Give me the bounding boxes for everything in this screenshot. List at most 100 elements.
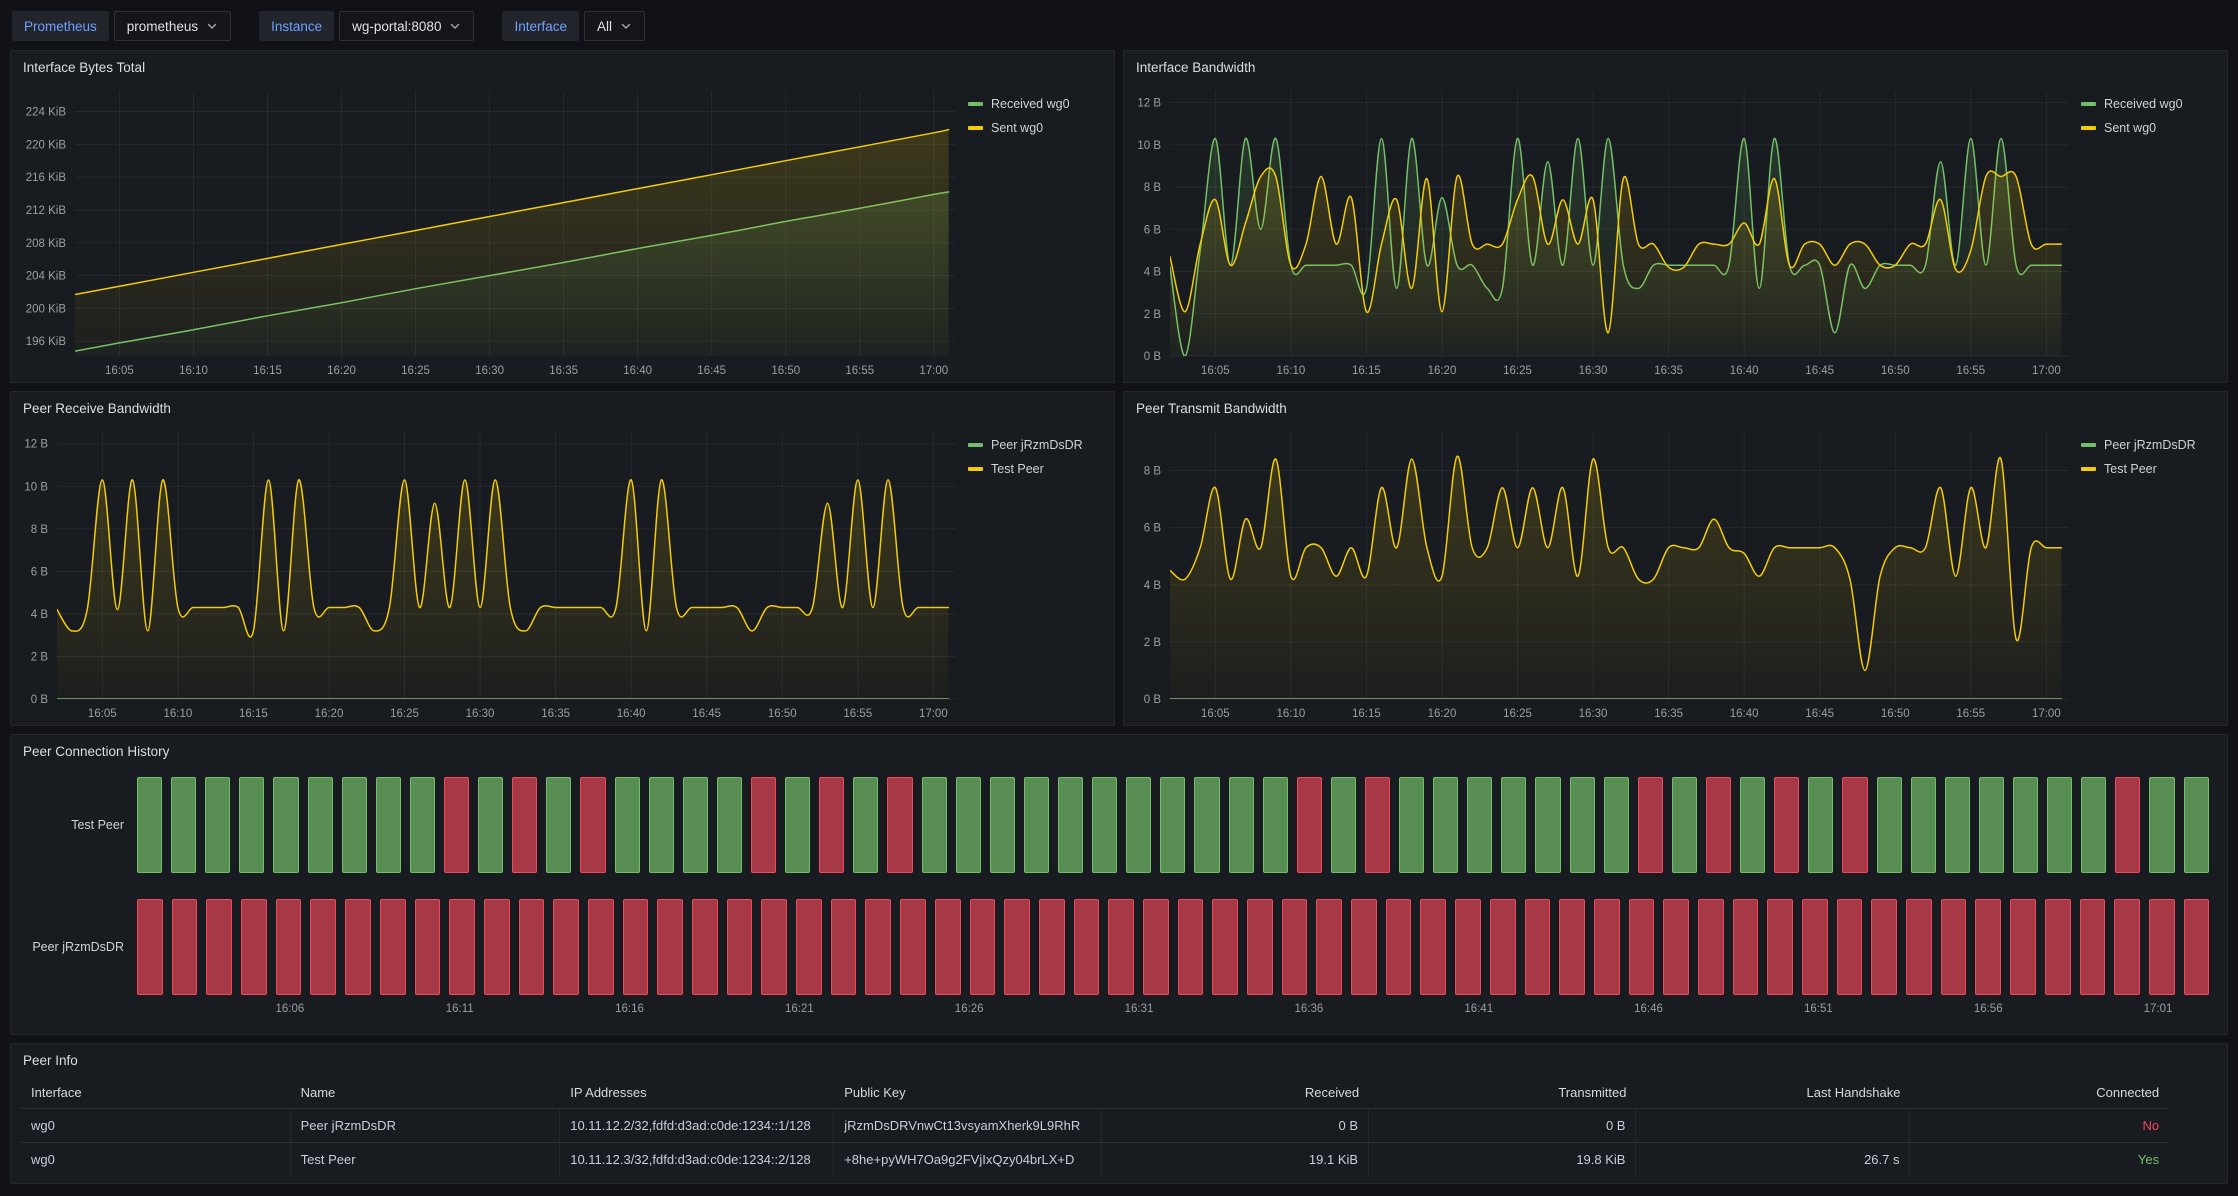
status-bar-connected [785,777,810,873]
status-bar-disconnected [657,899,683,995]
chart-canvas: 16:0516:1016:1516:2016:2516:3016:3516:40… [1124,420,2077,725]
status-bar-disconnected [1594,899,1620,995]
y-tick-label: 224 KiB [26,107,67,119]
legend-swatch [2081,443,2096,447]
table-cell: Test Peer [291,1142,561,1176]
legend-item[interactable]: Peer jRzmDsDR [2081,438,2219,452]
status-bar-disconnected [1629,899,1655,995]
x-tick-label: 17:00 [2032,365,2061,377]
chart-legend: Peer jRzmDsDR Test Peer [964,420,1114,725]
column-header[interactable]: Received [1102,1076,1369,1108]
x-tick-label: 16:15 [239,708,268,720]
status-bar-disconnected [588,899,614,995]
legend-item[interactable]: Received wg0 [968,97,1106,111]
peer-receive-chart[interactable]: 16:0516:1016:1516:2016:2516:3016:3516:40… [11,420,964,725]
status-bar-disconnected [2115,777,2140,873]
legend-label: Peer jRzmDsDR [991,438,1083,452]
x-tick-label: 16:21 [785,1003,814,1015]
y-tick-label: 12 B [1137,98,1161,110]
peer-transmit-chart[interactable]: 16:0516:1016:1516:2016:2516:3016:3516:40… [1124,420,2077,725]
status-bar-disconnected [1871,899,1897,995]
status-bar-disconnected [1975,899,2001,995]
prometheus-select[interactable]: prometheus [114,11,231,41]
status-bar-disconnected [1774,777,1799,873]
legend-item[interactable]: Sent wg0 [2081,121,2219,135]
table-cell [1636,1108,1910,1142]
y-tick-label: 10 B [24,481,48,493]
table-cell: 10.11.12.3/32,fdfd:d3ad:c0de:1234::2/128 [560,1142,834,1176]
column-header[interactable]: Public Key [834,1076,1101,1108]
status-bar-disconnected [887,777,912,873]
status-bar-connected [1808,777,1833,873]
legend-label: Sent wg0 [2104,121,2156,135]
bytes-total-chart[interactable]: 16:0516:1016:1516:2016:2516:3016:3516:40… [11,79,964,382]
status-bar-connected [342,777,367,873]
interface-bandwidth-chart[interactable]: 16:0516:1016:1516:2016:2516:3016:3516:40… [1124,79,2077,382]
status-bar-connected [239,777,264,873]
column-header[interactable]: Name [291,1076,561,1108]
status-bar-connected [853,777,878,873]
panel-title[interactable]: Peer Connection History [11,735,2227,763]
x-tick-label: 16:10 [163,708,192,720]
status-bars [137,899,2209,995]
status-bar-connected [2081,777,2106,873]
status-bar-connected [205,777,230,873]
status-bar-connected [1092,777,1117,873]
legend-item[interactable]: Peer jRzmDsDR [968,438,1106,452]
x-tick-label: 16:30 [1579,708,1608,720]
status-history-x-axis: 16:0616:1116:1616:2116:2616:3116:3616:41… [137,995,2209,1025]
table-cell: wg0 [21,1142,291,1176]
status-bar-connected [1945,777,1970,873]
status-bar-disconnected [1906,899,1932,995]
instance-select[interactable]: wg-portal:8080 [339,11,474,41]
x-tick-label: 16:35 [1654,365,1683,377]
status-bar-connected [1979,777,2004,873]
panel-title[interactable]: Interface Bandwidth [1124,51,2227,79]
legend-item[interactable]: Received wg0 [2081,97,2219,111]
status-bar-disconnected [2080,899,2106,995]
status-bar-disconnected [1351,899,1377,995]
y-tick-label: 8 B [1144,466,1162,478]
status-bar-disconnected [1842,777,1867,873]
status-bar-disconnected [380,899,406,995]
status-bar-connected [2184,777,2209,873]
y-tick-label: 2 B [1144,309,1162,321]
column-header[interactable]: Connected [1910,1076,2169,1108]
status-bar-disconnected [1767,899,1793,995]
panel-title[interactable]: Peer Info [11,1044,2227,1072]
panel-title[interactable]: Peer Receive Bandwidth [11,392,1114,420]
status-bar-disconnected [276,899,302,995]
column-header[interactable]: Last Handshake [1636,1076,1910,1108]
table-cell: 19.8 KiB [1369,1142,1636,1176]
x-tick-label: 16:55 [1956,365,1985,377]
status-bar-disconnected [2010,899,2036,995]
legend-item[interactable]: Test Peer [2081,462,2219,476]
status-bar-disconnected [1663,899,1689,995]
x-tick-label: 16:56 [1974,1003,2003,1015]
x-tick-label: 17:00 [2032,708,2061,720]
status-bar-disconnected [751,777,776,873]
x-tick-label: 16:35 [549,365,578,377]
column-header[interactable]: Transmitted [1369,1076,1636,1108]
x-tick-label: 16:05 [105,365,134,377]
y-tick-label: 8 B [1144,182,1162,194]
status-bar-connected [546,777,571,873]
column-header[interactable]: Interface [21,1076,291,1108]
legend-item[interactable]: Test Peer [968,462,1106,476]
x-tick-label: 16:30 [466,708,495,720]
grafana-dashboard: Prometheus prometheus Instance wg-portal… [0,0,2238,1184]
panel-title[interactable]: Peer Transmit Bandwidth [1124,392,2227,420]
status-bar-disconnected [1638,777,1663,873]
chevron-down-icon [620,20,632,32]
status-bar-disconnected [310,899,336,995]
legend-item[interactable]: Sent wg0 [968,121,1106,135]
column-header[interactable]: IP Addresses [560,1076,834,1108]
interface-select[interactable]: All [584,11,645,41]
status-row-label: Peer jRzmDsDR [11,899,137,995]
status-bar-connected [1194,777,1219,873]
x-tick-label: 16:45 [697,365,726,377]
x-tick-label: 16:55 [1956,708,1985,720]
status-bar-connected [1740,777,1765,873]
panel-title[interactable]: Interface Bytes Total [11,51,1114,79]
peer-info-table: InterfaceNameIP AddressesPublic KeyRecei… [21,1076,2213,1176]
